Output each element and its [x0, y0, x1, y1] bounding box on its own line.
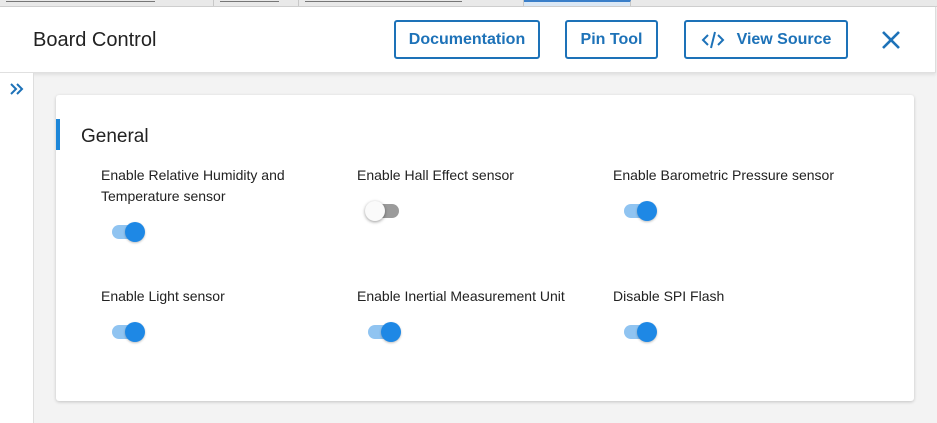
option-inertial-measurement-unit: Enable Inertial Measurement Unit	[357, 286, 597, 307]
option-humidity-temperature: Enable Relative Humidity and Temperature…	[101, 165, 341, 207]
option-hall-effect: Enable Hall Effect sensor	[357, 165, 597, 186]
toggle-thumb	[365, 201, 385, 221]
close-icon[interactable]	[880, 29, 902, 51]
board-control-header: Board Control Documentation Pin Tool Vie…	[0, 7, 936, 73]
editor-tab-active[interactable]	[524, 0, 631, 6]
editor-tab[interactable]	[214, 0, 299, 6]
toggle-thumb	[125, 322, 145, 342]
toggle-disable-spi-flash[interactable]	[621, 320, 661, 344]
option-label: Enable Inertial Measurement Unit	[357, 288, 565, 304]
option-label: Enable Hall Effect sensor	[357, 167, 514, 183]
option-label: Enable Relative Humidity and Temperature…	[101, 167, 285, 204]
editor-tab[interactable]	[299, 0, 524, 6]
editor-tab-strip	[0, 0, 937, 7]
option-label: Enable Barometric Pressure sensor	[613, 167, 834, 183]
section-accent-bar	[56, 119, 60, 150]
editor-tab[interactable]	[0, 0, 214, 6]
toggle-thumb	[637, 322, 657, 342]
view-source-button[interactable]: View Source	[684, 20, 848, 59]
collapsed-sidebar	[0, 73, 34, 423]
pin-tool-button-label: Pin Tool	[580, 30, 643, 48]
section-title: General	[81, 126, 149, 147]
toggle-barometric-pressure[interactable]	[621, 199, 661, 223]
option-disable-spi-flash: Disable SPI Flash	[613, 286, 853, 307]
option-light-sensor: Enable Light sensor	[101, 286, 341, 307]
pin-tool-button[interactable]: Pin Tool	[565, 20, 658, 59]
toggle-thumb	[637, 201, 657, 221]
option-label: Disable SPI Flash	[613, 288, 725, 304]
option-barometric-pressure: Enable Barometric Pressure sensor	[613, 165, 853, 186]
documentation-button[interactable]: Documentation	[394, 20, 540, 59]
toggle-light-sensor[interactable]	[109, 320, 149, 344]
toggle-thumb	[381, 322, 401, 342]
double-chevron-right-icon[interactable]	[9, 82, 25, 96]
toggle-thumb	[125, 222, 145, 242]
toggle-humidity-temperature[interactable]	[109, 220, 149, 244]
code-icon	[701, 31, 725, 49]
documentation-button-label: Documentation	[408, 30, 526, 48]
option-label: Enable Light sensor	[101, 288, 225, 304]
view-source-button-label: View Source	[736, 30, 832, 48]
page-title: Board Control	[33, 29, 157, 51]
general-settings-card: General Enable Relative Humidity and Tem…	[56, 95, 914, 401]
toggle-hall-effect[interactable]	[365, 199, 405, 223]
toggle-inertial-measurement-unit[interactable]	[365, 320, 405, 344]
